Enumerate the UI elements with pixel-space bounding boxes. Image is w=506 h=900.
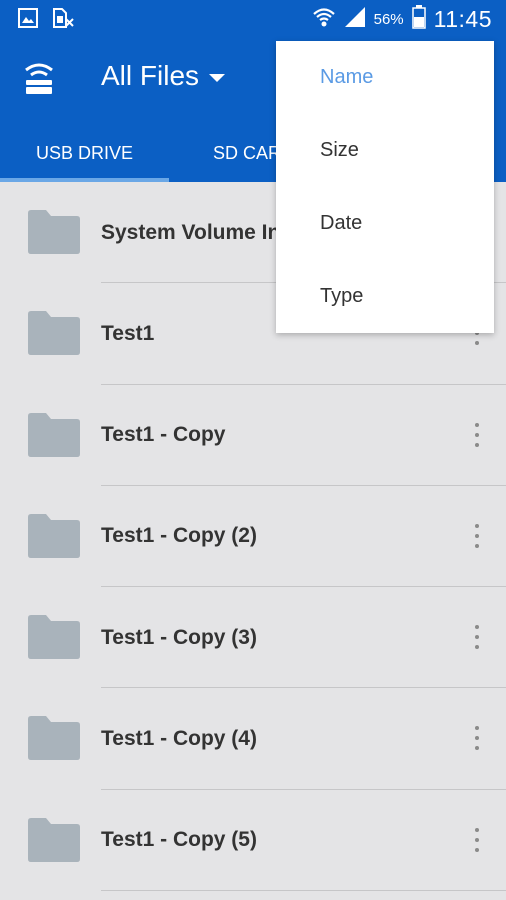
menu-item-label: Size: [320, 139, 359, 161]
file-name: Test1: [101, 321, 155, 345]
folder-icon: [28, 412, 80, 457]
drive-wifi-icon[interactable]: [22, 58, 56, 98]
sort-by-size[interactable]: Size: [276, 114, 494, 187]
image-icon: [18, 8, 38, 33]
list-item[interactable]: Test1 - Copy (2): [0, 486, 506, 588]
folder-icon: [28, 817, 80, 862]
file-name: Test1 - Copy (2): [101, 524, 257, 548]
sim-off-icon: [52, 8, 74, 33]
more-options-icon[interactable]: [472, 726, 482, 752]
app-title: All Files: [101, 60, 200, 91]
folder-icon: [28, 716, 80, 761]
battery-percent: 56%: [373, 10, 404, 28]
more-options-icon[interactable]: [472, 523, 482, 550]
divider: [101, 890, 506, 892]
list-item[interactable]: Test1 - Copy (3): [0, 587, 506, 689]
file-name: Test1 - Copy: [101, 423, 226, 447]
clock: 11:45: [433, 5, 492, 32]
folder-icon: [28, 311, 80, 356]
status-bar: 56% 11:45: [0, 0, 506, 38]
caret-down-icon: [209, 74, 226, 82]
menu-item-label: Date: [320, 212, 363, 234]
list-item[interactable]: Test1 - Copy (4): [0, 688, 506, 790]
signal-icon: [344, 6, 366, 33]
folder-icon: [28, 210, 80, 254]
sort-menu: Name Size Date Type: [276, 41, 494, 333]
file-name: Test1 - Copy (5): [101, 828, 257, 852]
more-options-icon[interactable]: [472, 422, 482, 449]
wifi-icon: [312, 6, 336, 33]
more-options-icon[interactable]: [472, 827, 482, 854]
sort-by-type[interactable]: Type: [276, 260, 494, 333]
menu-item-label: Name: [320, 66, 374, 88]
folder-selector[interactable]: All Files: [101, 60, 226, 92]
list-item[interactable]: Test1 - Copy: [0, 385, 506, 486]
sort-by-name[interactable]: Name: [276, 41, 494, 114]
folder-icon: [28, 513, 80, 558]
file-name: Test1 - Copy (3): [101, 625, 257, 649]
folder-icon: [28, 615, 80, 660]
sort-by-date[interactable]: Date: [276, 187, 494, 260]
menu-item-label: Type: [320, 285, 364, 307]
tab-label: USB DRIVE: [35, 142, 134, 163]
battery-icon: [411, 4, 426, 34]
file-name: Test1 - Copy (4): [101, 726, 257, 750]
tab-usb-drive[interactable]: USB DRIVE: [0, 124, 169, 182]
list-item[interactable]: Test1 - Copy (5): [0, 790, 506, 892]
more-options-icon[interactable]: [472, 625, 482, 651]
